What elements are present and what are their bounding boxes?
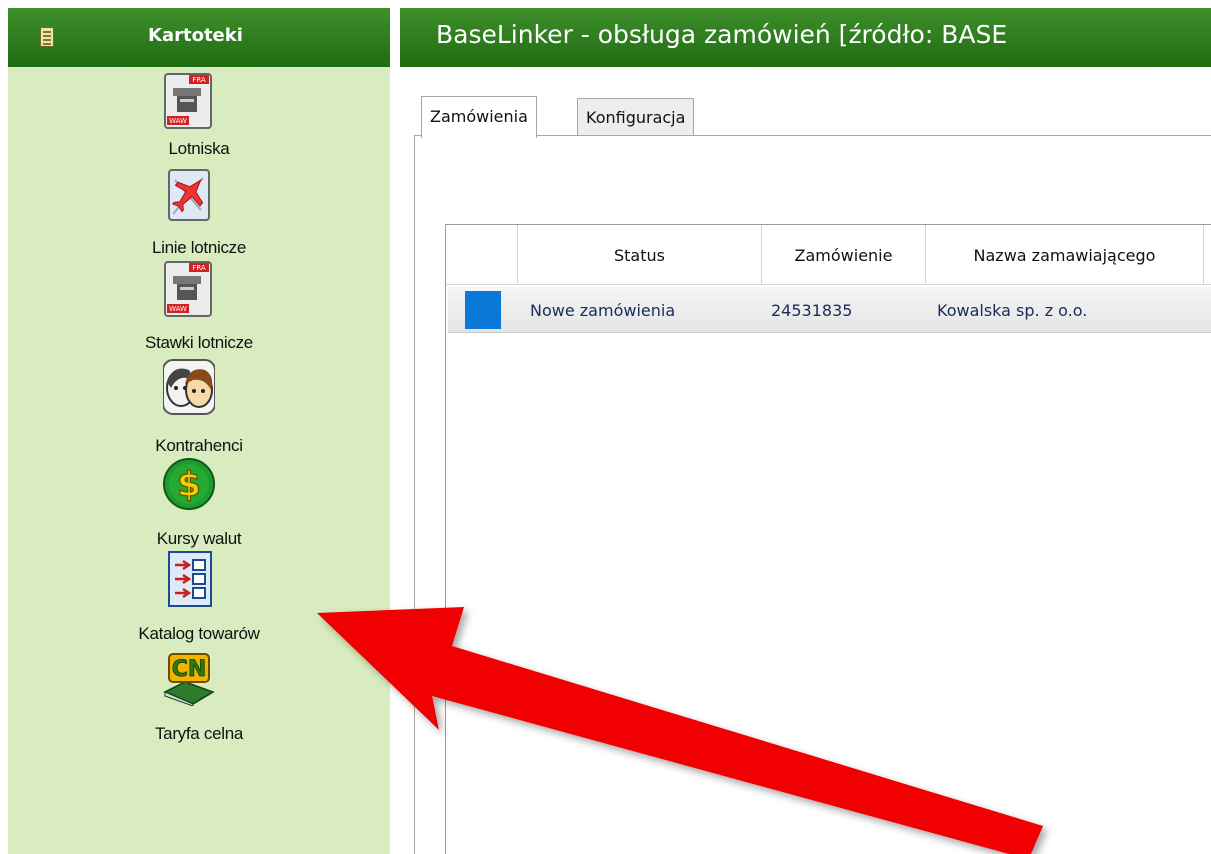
airport-fra-waw-icon: FRA WAW bbox=[164, 73, 212, 129]
sidebar-item-label: Kursy walut bbox=[156, 529, 242, 548]
orders-grid: Status Zamówienie Nazwa zamawiającego No… bbox=[445, 224, 1211, 854]
list-icon[interactable] bbox=[40, 27, 54, 47]
sidebar-item-lotniska[interactable]: FRA WAW Lotniska bbox=[8, 70, 390, 164]
cell-customer-name: Kowalska sp. z o.o. bbox=[937, 300, 1088, 320]
grid-header: Status Zamówienie Nazwa zamawiającego bbox=[446, 225, 1211, 285]
airplane-map-icon bbox=[168, 169, 210, 221]
window-title: BaseLinker - obsługa zamówień [źródło: B… bbox=[436, 20, 1008, 49]
window-header: BaseLinker - obsługa zamówień [źródło: B… bbox=[400, 8, 1211, 67]
sidebar-item-label: Taryfa celna bbox=[154, 724, 244, 743]
dollar-coin-icon: $ bbox=[163, 458, 215, 510]
tab-konfiguracja[interactable]: Konfiguracja bbox=[577, 98, 695, 136]
tab-zamowienia[interactable]: Zamówienia bbox=[421, 96, 537, 138]
svg-text:CN: CN bbox=[172, 657, 207, 682]
sidebar-item-stawki-lotnicze[interactable]: FRA WAW Stawki lotnicze bbox=[8, 260, 390, 354]
row-selection-marker[interactable] bbox=[465, 291, 501, 329]
sidebar-title: Kartoteki bbox=[148, 25, 243, 46]
cell-order-number: 24531835 bbox=[771, 300, 853, 320]
sidebar-item-label: Stawki lotnicze bbox=[145, 333, 253, 352]
column-header-customer[interactable]: Nazwa zamawiającego bbox=[926, 225, 1204, 285]
sidebar-item-katalog-towarow[interactable]: Katalog towarów bbox=[8, 550, 390, 644]
sidebar-item-label: Linie lotnicze bbox=[151, 238, 247, 257]
sidebar-item-taryfa-celna[interactable]: CN Taryfa celna bbox=[8, 648, 390, 743]
svg-text:FRA: FRA bbox=[192, 264, 206, 272]
sidebar-item-linie-lotnicze[interactable]: Linie lotnicze bbox=[8, 166, 390, 260]
cn-book-icon: CN bbox=[163, 653, 215, 706]
catalog-list-icon bbox=[168, 551, 212, 607]
sidebar-item-kursy-walut[interactable]: $ Kursy walut bbox=[8, 454, 390, 548]
svg-text:WAW: WAW bbox=[169, 305, 187, 313]
sidebar: Kartoteki FRA WAW Lotniska Linie lotnicz… bbox=[8, 8, 390, 854]
people-icon bbox=[163, 359, 215, 415]
column-header-selector[interactable] bbox=[446, 225, 518, 285]
column-header-order[interactable]: Zamówienie bbox=[762, 225, 926, 285]
sidebar-item-label: Lotniska bbox=[168, 139, 230, 158]
cell-status: Nowe zamówienia bbox=[530, 300, 676, 320]
sidebar-header: Kartoteki bbox=[8, 8, 390, 67]
column-header-status[interactable]: Status bbox=[518, 225, 762, 285]
svg-text:WAW: WAW bbox=[169, 117, 187, 125]
svg-text:$: $ bbox=[177, 465, 201, 505]
svg-text:FRA: FRA bbox=[192, 76, 206, 84]
sidebar-item-kontrahenci[interactable]: Kontrahenci bbox=[8, 358, 390, 455]
table-row[interactable]: Nowe zamówienia 24531835 Kowalska sp. z … bbox=[448, 287, 1211, 333]
sidebar-item-label: Katalog towarów bbox=[138, 624, 260, 643]
airport-fra-waw-icon: FRA WAW bbox=[164, 261, 212, 317]
sidebar-item-label: Kontrahenci bbox=[155, 436, 243, 455]
